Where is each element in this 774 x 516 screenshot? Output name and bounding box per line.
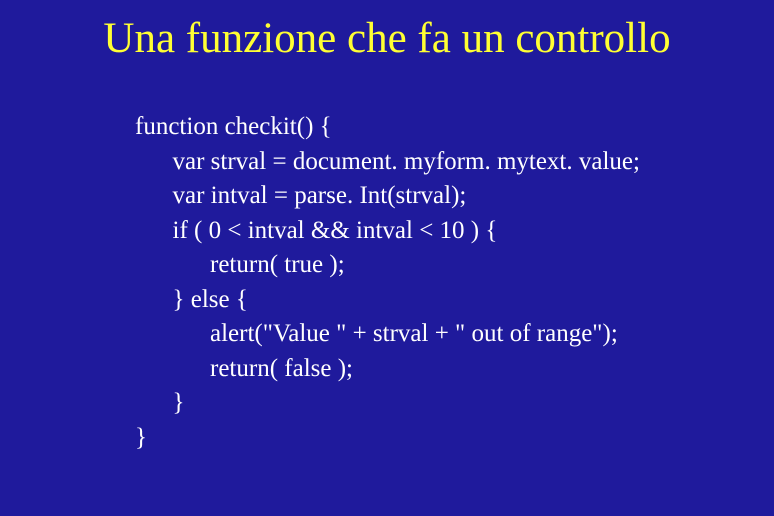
code-line: } [135,389,185,416]
code-line: function checkit() { [135,113,332,140]
code-line: return( true ); [135,251,345,278]
code-block: function checkit() { var strval = docume… [135,110,640,455]
code-line: return( false ); [135,355,353,382]
code-line: } [135,424,147,451]
code-line: var intval = parse. Int(strval); [135,182,466,209]
code-line: } else { [135,286,248,313]
slide-title: Una funzione che fa un controllo [0,14,774,63]
code-line: var strval = document. myform. mytext. v… [135,148,640,175]
slide: Una funzione che fa un controllo functio… [0,0,774,516]
code-line: if ( 0 < intval && intval < 10 ) { [135,217,497,244]
code-line: alert("Value " + strval + " out of range… [135,320,618,347]
